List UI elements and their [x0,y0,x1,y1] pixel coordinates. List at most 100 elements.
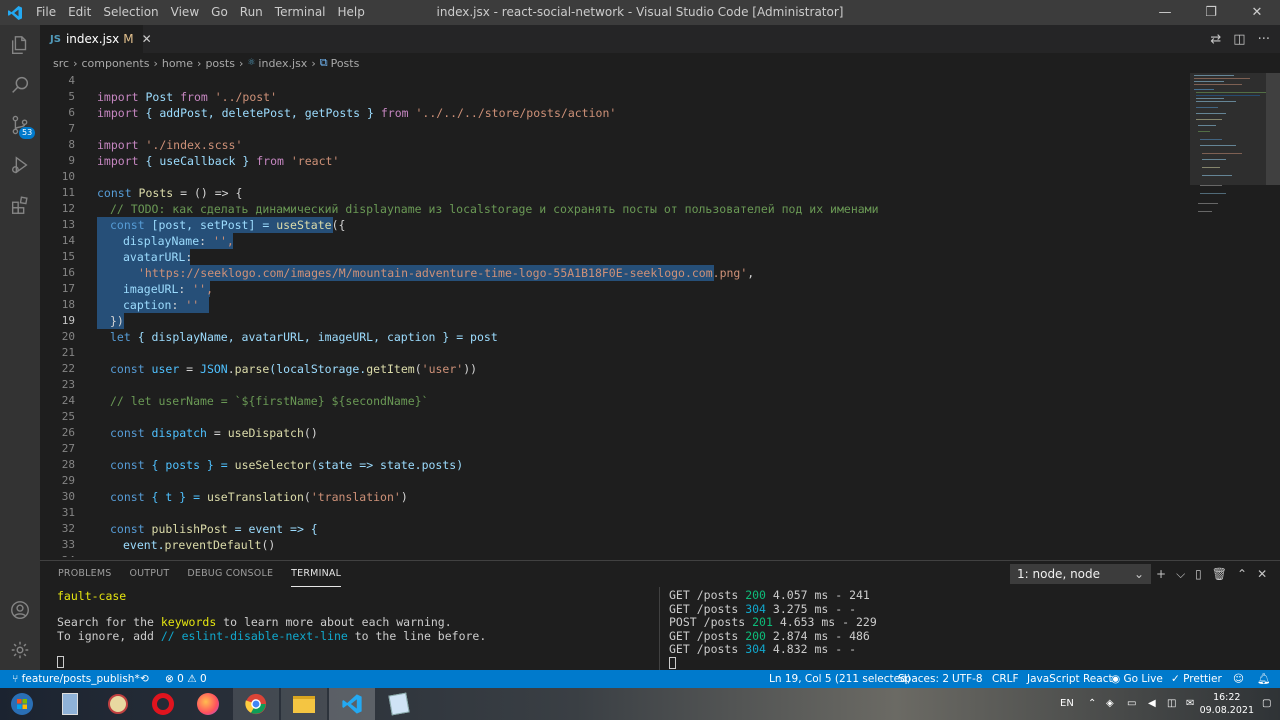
code-line: displayName: '', [123,234,234,248]
volume-icon[interactable]: ◀ [1148,688,1156,720]
terminal-dropdown-icon[interactable]: ⌵ [1176,564,1185,584]
menu-view[interactable]: View [165,0,205,25]
close-window-button[interactable]: ✕ [1234,0,1280,25]
input-language[interactable]: EN [1060,688,1074,720]
line-number: 24 [61,394,75,407]
menu-go[interactable]: Go [205,0,234,25]
clock-date: 09.08.2021 [1199,705,1254,716]
cursor-position[interactable]: Ln 19, Col 5 (211 selected) [769,670,911,688]
start-button-icon[interactable] [4,688,40,720]
line-number: 28 [61,458,75,471]
minimize-button[interactable]: — [1142,0,1188,25]
react-file-icon: ⚛ [247,58,256,68]
extensions-icon[interactable] [0,185,40,225]
vertical-scrollbar[interactable] [1266,73,1280,185]
clock[interactable]: 16:22 09.08.2021 [1200,691,1254,717]
run-debug-icon[interactable] [0,145,40,185]
calculator-icon[interactable] [50,688,90,720]
menu-terminal[interactable]: Terminal [269,0,332,25]
language-mode[interactable]: JavaScript React [1027,670,1113,688]
vscode-taskbar-icon[interactable] [329,688,375,720]
code-line: }) [110,314,124,328]
new-terminal-icon[interactable]: + [1156,564,1166,584]
source-control-icon[interactable]: 53 [0,105,40,145]
notifications-bell-icon[interactable]: 🔔︎ [1257,670,1270,688]
line-number: 32 [61,522,75,535]
go-live-button[interactable]: ◉ Go Live [1111,670,1163,688]
line-number: 23 [61,378,75,391]
kill-terminal-icon[interactable]: 🗑 [1212,564,1227,584]
line-number: 16 [61,266,75,279]
feedback-icon[interactable]: ☺ [1233,670,1244,688]
more-actions-icon[interactable]: ··· [1258,32,1270,47]
menu-run[interactable]: Run [234,0,269,25]
line-number: 12 [61,202,75,215]
breadcrumb-item[interactable]: index.jsx [258,57,307,70]
search-icon[interactable] [0,65,40,105]
tab-terminal[interactable]: TERMINAL [291,561,342,587]
manage-gear-icon[interactable] [0,630,40,670]
breadcrumb-item[interactable]: components [81,57,149,70]
sync-icon[interactable]: ⟲ [140,670,149,688]
code-line: import { useCallback } from 'react' [97,154,340,168]
restore-button[interactable]: ❐ [1188,0,1234,25]
problems-indicator[interactable]: ⊗ 0 ⚠ 0 [165,670,207,688]
breadcrumb-item[interactable]: Posts [331,57,360,70]
opera-icon[interactable] [143,688,183,720]
tray-extra-icon[interactable]: ✉ [1186,688,1194,720]
file-explorer-icon[interactable] [281,688,327,720]
breadcrumb-item[interactable]: posts [205,57,235,70]
notifications-icon[interactable]: ▢ [1262,688,1271,720]
tray-expand-icon[interactable]: ⌃ [1088,688,1096,720]
tab-close-icon[interactable]: ✕ [142,32,152,46]
firefox-icon[interactable] [188,688,228,720]
chrome-icon[interactable] [233,688,279,720]
line-number: 11 [61,186,75,199]
tray-app-icon[interactable]: ◈ [1106,688,1114,720]
line-number: 21 [61,346,75,359]
minimap[interactable] [1190,73,1280,557]
paint-icon[interactable] [98,688,138,720]
activity-bar: 53 [0,25,40,670]
end-of-line[interactable]: CRLF [992,670,1019,688]
menu-help[interactable]: Help [332,0,371,25]
language-tray-icon[interactable]: ◫ [1167,688,1176,720]
tab-filename: index.jsx [65,32,120,46]
encoding[interactable]: UTF-8 [952,670,983,688]
prettier-status[interactable]: ✓ Prettier [1171,670,1222,688]
branch-indicator[interactable]: ⑂ feature/posts_publish* [12,670,140,688]
line-number: 17 [61,282,75,295]
code-editor[interactable]: 4 5 import Post from '../post' 6 import … [40,73,1190,557]
line-number: 6 [68,106,75,119]
notepad-icon[interactable] [377,688,421,720]
indentation[interactable]: Spaces: 2 [898,670,949,688]
network-icon[interactable]: ▭ [1127,688,1136,720]
line-number: 34 [40,553,75,557]
maximize-panel-icon[interactable]: ⌃ [1237,564,1247,584]
code-line: const dispatch = useDispatch() [110,426,318,440]
tab-debug-console[interactable]: DEBUG CONSOLE [187,561,273,587]
accounts-icon[interactable] [0,590,40,630]
terminal-line: fault-case [57,589,127,603]
terminal-split-divider[interactable] [659,587,660,671]
open-changes-icon[interactable]: ⇄ [1210,32,1221,47]
line-number: 29 [61,474,75,487]
breadcrumb-item[interactable]: home [162,57,193,70]
tab-output[interactable]: OUTPUT [129,561,169,587]
tab-problems[interactable]: PROBLEMS [58,561,111,587]
menu-selection[interactable]: Selection [97,0,164,25]
menu-edit[interactable]: Edit [62,0,97,25]
tab-index-jsx[interactable]: JS index.jsx M ✕ [40,25,152,53]
explorer-icon[interactable] [0,25,40,65]
breadcrumb-item[interactable]: src [53,57,69,70]
terminal-log-line: GET /posts 304 4.832 ms - - [669,642,857,656]
menu-file[interactable]: File [30,0,62,25]
split-terminal-icon[interactable]: ▯ [1195,564,1202,584]
close-panel-icon[interactable]: ✕ [1257,564,1267,584]
code-line: import './index.scss' [97,138,243,152]
code-line: event.preventDefault() [123,538,276,552]
split-editor-icon[interactable]: ◫ [1233,32,1245,47]
menu-bar: File Edit Selection View Go Run Terminal… [30,0,371,25]
terminal-select[interactable]: 1: node, node ⌄ [1010,564,1151,584]
line-number: 19 [61,314,75,327]
